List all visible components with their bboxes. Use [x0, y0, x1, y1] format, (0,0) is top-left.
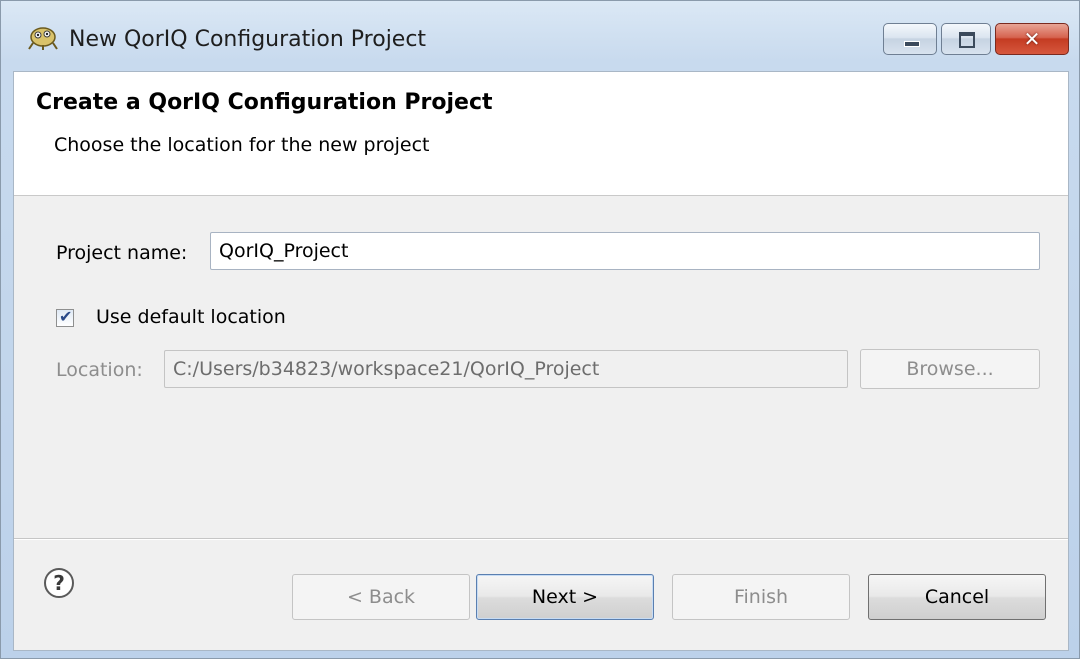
close-icon: ✕ — [1023, 27, 1041, 51]
minimize-icon — [904, 41, 920, 47]
back-button[interactable]: < Back — [292, 574, 470, 620]
close-button[interactable]: ✕ — [995, 23, 1069, 55]
wizard-header: Create a QorIQ Configuration Project Cho… — [14, 72, 1068, 196]
wizard-page-description: Choose the location for the new project — [54, 134, 430, 156]
project-name-label: Project name: — [56, 242, 188, 264]
use-default-location-label[interactable]: Use default location — [96, 306, 286, 328]
wizard-window: New QorIQ Configuration Project ✕ Create… — [0, 0, 1080, 659]
use-default-location-checkbox[interactable]: ✔ — [56, 307, 74, 327]
project-name-input[interactable]: QorIQ_Project — [210, 232, 1040, 270]
title-bar[interactable]: New QorIQ Configuration Project ✕ — [1, 1, 1079, 71]
window-title: New QorIQ Configuration Project — [69, 27, 427, 52]
qoriq-app-icon — [27, 23, 59, 51]
button-bar-separator — [14, 538, 1068, 540]
checkmark-icon: ✔ — [59, 307, 73, 326]
next-button[interactable]: Next > — [476, 574, 654, 620]
wizard-client-area: Create a QorIQ Configuration Project Cho… — [13, 71, 1069, 651]
maximize-button[interactable] — [941, 23, 991, 55]
cancel-button[interactable]: Cancel — [868, 574, 1046, 620]
maximize-icon — [959, 32, 975, 48]
finish-button[interactable]: Finish — [672, 574, 850, 620]
minimize-button[interactable] — [883, 23, 937, 55]
location-label: Location: — [56, 359, 143, 381]
wizard-page-title: Create a QorIQ Configuration Project — [36, 90, 493, 115]
help-icon[interactable]: ? — [44, 568, 74, 598]
browse-button[interactable]: Browse... — [860, 349, 1040, 389]
location-input[interactable]: C:/Users/b34823/workspace21/QorIQ_Projec… — [164, 350, 848, 388]
